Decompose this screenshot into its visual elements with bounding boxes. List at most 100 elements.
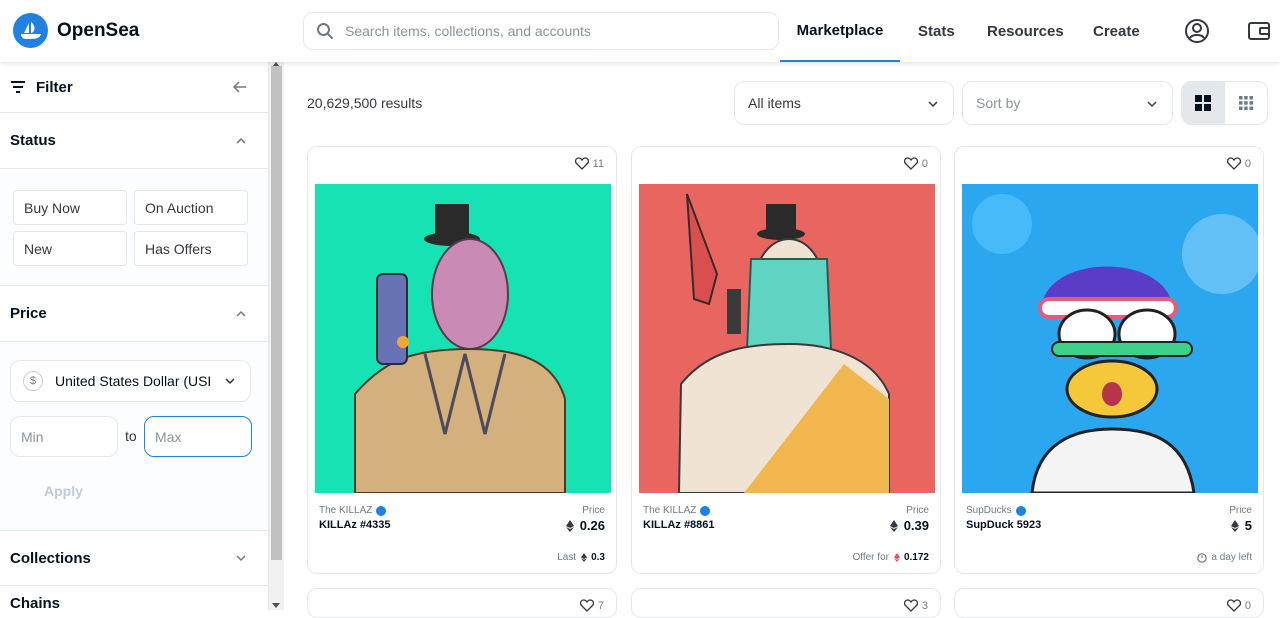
supduck-artwork	[972, 194, 1258, 493]
wallet-icon[interactable]	[1245, 17, 1273, 45]
price-section-header[interactable]: Price	[0, 286, 268, 342]
eth-icon	[581, 553, 588, 562]
chains-section-header[interactable]: Chains	[0, 586, 268, 610]
filter-title: Filter	[36, 78, 73, 96]
price-label: Price	[582, 505, 605, 516]
nft-card[interactable]: 3	[631, 588, 941, 618]
price-label: Price	[906, 505, 929, 516]
time-left: a day left	[1197, 552, 1252, 563]
clock-icon	[1197, 552, 1208, 563]
verified-badge-icon	[1015, 505, 1026, 516]
small-grid-button[interactable]	[1225, 82, 1268, 124]
opensea-logo[interactable]: OpenSea	[13, 13, 139, 48]
last-sale: Last 0.3	[557, 552, 605, 563]
nft-image[interactable]	[962, 184, 1258, 493]
status-title: Status	[10, 132, 56, 149]
nft-image[interactable]	[315, 184, 611, 493]
filter-sidebar: Filter Status Buy Now On Auction New Has…	[0, 62, 269, 610]
weth-icon	[893, 553, 900, 562]
chevron-down-icon	[225, 378, 235, 385]
status-new[interactable]: New	[13, 231, 127, 266]
scroll-thumb[interactable]	[271, 66, 282, 560]
killaz-artwork	[677, 193, 890, 493]
chevron-down-icon	[236, 555, 246, 562]
status-on-auction[interactable]: On Auction	[134, 190, 248, 225]
nft-card[interactable]: 0 SupDucks SupDuck 5923 Price 5 a day le…	[954, 146, 1264, 574]
collection-name[interactable]: The KILLAZ	[319, 505, 387, 516]
status-has-offers[interactable]: Has Offers	[134, 231, 248, 266]
heart-icon	[579, 599, 594, 612]
favorite-count[interactable]: 3	[903, 599, 928, 612]
collection-name[interactable]: The KILLAZ	[643, 505, 711, 516]
eth-icon	[889, 519, 898, 532]
nav-stats[interactable]: Stats	[918, 0, 955, 62]
items-filter-dropdown[interactable]: All items	[734, 81, 954, 125]
top-header: OpenSea Marketplace Stats Resources Crea…	[0, 0, 1280, 62]
price-value: 0.39	[889, 518, 929, 533]
nav-marketplace[interactable]: Marketplace	[780, 0, 900, 62]
filter-header[interactable]: Filter	[0, 62, 268, 113]
favorite-count[interactable]: 0	[1226, 157, 1251, 170]
status-section-header[interactable]: Status	[0, 113, 268, 169]
killaz-artwork	[354, 204, 566, 493]
status-options: Buy Now On Auction New Has Offers	[0, 169, 268, 286]
nft-card[interactable]: 11 The KILLAZ KILLAz #4335 Price 0.26 La…	[307, 146, 617, 574]
results-count: 20,629,500 results	[307, 95, 423, 111]
heart-icon	[574, 157, 589, 170]
collections-section-header[interactable]: Collections	[0, 530, 268, 586]
favorite-count[interactable]: 0	[1226, 599, 1251, 612]
search-bar[interactable]	[303, 12, 779, 50]
items-filter-value: All items	[748, 95, 801, 111]
nav-create[interactable]: Create	[1093, 0, 1140, 62]
search-input[interactable]	[345, 23, 745, 39]
small-grid-icon	[1238, 96, 1253, 110]
filter-icon	[11, 81, 25, 93]
large-grid-button[interactable]	[1182, 82, 1225, 124]
to-label: to	[125, 428, 137, 444]
eth-icon	[565, 519, 574, 532]
verified-badge-icon	[700, 505, 711, 516]
nft-card[interactable]: 0	[954, 588, 1264, 618]
favorite-count[interactable]: 7	[579, 599, 604, 612]
heart-icon	[903, 599, 918, 612]
best-offer: Offer for 0.172	[852, 552, 929, 563]
sort-placeholder: Sort by	[976, 95, 1021, 111]
currency-label: United States Dollar (USD)	[55, 373, 210, 389]
chevron-up-icon	[236, 310, 246, 317]
collapse-arrow-icon[interactable]	[233, 81, 247, 93]
chevron-down-icon	[1147, 101, 1157, 108]
price-value: 5	[1230, 518, 1252, 533]
item-name[interactable]: KILLAz #4335	[319, 519, 391, 531]
nav-resources[interactable]: Resources	[987, 0, 1064, 62]
brand-name: OpenSea	[57, 19, 140, 41]
sidebar-scrollbar[interactable]	[269, 62, 284, 610]
search-icon	[317, 23, 333, 39]
dollar-icon: $	[23, 371, 43, 391]
price-value: 0.26	[565, 518, 605, 533]
verified-badge-icon	[376, 505, 387, 516]
price-title: Price	[10, 305, 47, 322]
price-min-input[interactable]	[10, 416, 118, 457]
nft-card[interactable]: 7	[307, 588, 617, 618]
collection-name[interactable]: SupDucks	[966, 505, 1026, 516]
favorite-count[interactable]: 11	[574, 157, 604, 170]
sort-dropdown[interactable]: Sort by	[962, 81, 1173, 125]
currency-select[interactable]: $ United States Dollar (USD)	[10, 360, 251, 402]
favorite-count[interactable]: 0	[903, 157, 928, 170]
likes-count: 11	[592, 157, 604, 170]
heart-icon	[903, 157, 918, 170]
apply-button[interactable]: Apply	[44, 483, 83, 499]
opensea-logo-icon	[13, 13, 48, 48]
heart-icon	[1226, 599, 1241, 612]
price-max-input[interactable]	[144, 416, 252, 457]
account-icon[interactable]	[1183, 17, 1211, 45]
nft-card[interactable]: 0 The KILLAZ KILLAz #8861 Price 0.39 Off…	[631, 146, 941, 574]
scroll-down-arrow[interactable]	[272, 603, 280, 608]
heart-icon	[1226, 157, 1241, 170]
chevron-up-icon	[236, 137, 246, 144]
item-name[interactable]: KILLAz #8861	[643, 519, 715, 531]
nft-image[interactable]	[639, 184, 935, 493]
item-name[interactable]: SupDuck 5923	[966, 519, 1041, 531]
collections-title: Collections	[10, 549, 91, 567]
status-buy-now[interactable]: Buy Now	[13, 190, 127, 225]
